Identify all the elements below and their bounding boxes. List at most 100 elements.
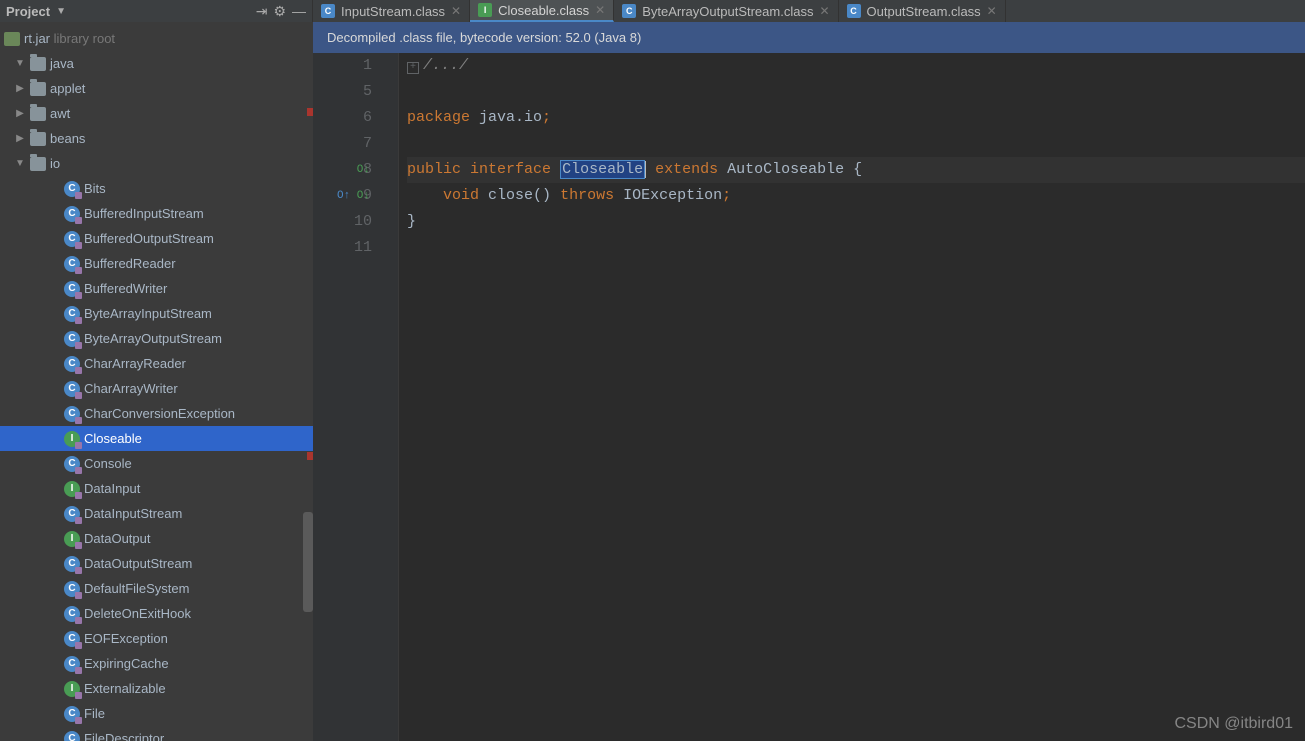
project-label: Project: [6, 4, 50, 19]
tree-class-item[interactable]: CByteArrayInputStream: [0, 301, 313, 326]
editor-tab[interactable]: C InputStream.class ✕: [313, 0, 470, 22]
class-name: Externalizable: [84, 681, 313, 696]
class-name: BufferedInputStream: [84, 206, 313, 221]
folder-awt[interactable]: ▶ awt: [0, 101, 313, 126]
line-number[interactable]: 8O↓: [313, 157, 372, 183]
interface-icon: I: [478, 3, 492, 17]
class-icon: C: [64, 381, 80, 397]
line-number[interactable]: 5: [313, 79, 372, 105]
folder-java[interactable]: ▼ java: [0, 51, 313, 76]
tree-class-item[interactable]: CEOFException: [0, 626, 313, 651]
class-name: BufferedReader: [84, 256, 313, 271]
tree-class-item[interactable]: IDataInput: [0, 476, 313, 501]
folder-io[interactable]: ▼ io: [0, 151, 313, 176]
interface-icon: I: [64, 481, 80, 497]
tree-class-item[interactable]: CBufferedWriter: [0, 276, 313, 301]
class-name: ByteArrayInputStream: [84, 306, 313, 321]
tree-class-item[interactable]: C FileDescriptor: [0, 726, 313, 741]
editor-tab[interactable]: I Closeable.class ✕: [470, 0, 614, 22]
tree-class-item[interactable]: CByteArrayOutputStream: [0, 326, 313, 351]
line-number[interactable]: 1: [313, 53, 372, 79]
class-name: Bits: [84, 181, 313, 196]
editor-pane: Decompiled .class file, bytecode version…: [313, 22, 1305, 741]
decompiled-banner: Decompiled .class file, bytecode version…: [313, 22, 1305, 53]
root-name: rt.jar: [24, 31, 50, 46]
close-icon[interactable]: ✕: [819, 4, 829, 18]
class-name: DataOutputStream: [84, 556, 313, 571]
interface-icon: I: [64, 531, 80, 547]
class-icon: C: [64, 731, 80, 741]
chevron-down-icon[interactable]: ▼: [14, 158, 26, 169]
chevron-right-icon[interactable]: ▶: [14, 83, 26, 94]
editor-tabs: C InputStream.class ✕ I Closeable.class ✕ C Byt…: [313, 0, 1305, 22]
class-icon: C: [64, 281, 80, 297]
class-icon: C: [321, 4, 335, 18]
tree-class-item[interactable]: C BufferedReader: [0, 251, 313, 276]
editor-tab[interactable]: C OutputStream.class ✕: [839, 0, 1006, 22]
class-name: EOFException: [84, 631, 313, 646]
editor-tab[interactable]: CByteArrayOutputStream.class✕: [614, 0, 838, 22]
tab-label: ByteArrayOutputStream.class: [642, 4, 813, 19]
chevron-right-icon[interactable]: ▶: [14, 133, 26, 144]
tree-class-item[interactable]: CConsole: [0, 451, 313, 476]
tree-class-item[interactable]: CCharArrayWriter: [0, 376, 313, 401]
chevron-right-icon[interactable]: ▶: [14, 108, 26, 119]
code-content[interactable]: +/.../ package java.io; public interface…: [399, 53, 1305, 741]
tree-class-item[interactable]: C BufferedOutputStream: [0, 226, 313, 251]
chevron-down-icon[interactable]: ▼: [14, 58, 26, 69]
minimize-icon[interactable]: —: [292, 4, 306, 18]
line-number[interactable]: 10: [313, 209, 372, 235]
chevron-down-icon[interactable]: ▼: [56, 6, 66, 17]
tree-class-item[interactable]: CBits: [0, 176, 313, 201]
folder-beans[interactable]: ▶ beans: [0, 126, 313, 151]
gutter[interactable]: 15678O↓9O↑ O↓1011: [313, 53, 399, 741]
project-tree[interactable]: rt.jar library root ▼ java ▶ applet ▶ aw…: [0, 22, 313, 741]
class-icon: C: [64, 206, 80, 222]
class-icon: C: [64, 256, 80, 272]
class-icon: C: [64, 506, 80, 522]
scrollbar-thumb[interactable]: [303, 512, 313, 612]
line-number[interactable]: 9O↑ O↓: [313, 183, 372, 209]
class-icon: C: [64, 556, 80, 572]
class-name: BufferedOutputStream: [84, 231, 313, 246]
class-name: DataOutput: [84, 531, 313, 546]
line-number[interactable]: 6: [313, 105, 372, 131]
project-tool-header[interactable]: Project ▼ ⇥ ⚙ —: [0, 0, 313, 22]
tree-class-item[interactable]: CCharArrayReader: [0, 351, 313, 376]
class-icon: C: [64, 356, 80, 372]
class-name: Console: [84, 456, 313, 471]
folder-applet[interactable]: ▶ applet: [0, 76, 313, 101]
locate-icon[interactable]: ⇥: [256, 4, 268, 18]
tree-class-item[interactable]: CCharConversionException: [0, 401, 313, 426]
tree-class-item[interactable]: C DataOutputStream: [0, 551, 313, 576]
tree-class-item[interactable]: C BufferedInputStream: [0, 201, 313, 226]
folder-icon: [30, 157, 46, 171]
class-name: DataInputStream: [84, 506, 313, 521]
tree-class-item[interactable]: CDeleteOnExitHook: [0, 601, 313, 626]
line-number[interactable]: 7: [313, 131, 372, 157]
class-icon: C: [64, 231, 80, 247]
class-icon: C: [847, 4, 861, 18]
jar-icon: [4, 32, 20, 46]
class-name: DefaultFileSystem: [84, 581, 313, 596]
tab-label: OutputStream.class: [867, 4, 981, 19]
tree-class-item[interactable]: I DataOutput: [0, 526, 313, 551]
close-icon[interactable]: ✕: [987, 4, 997, 18]
tree-root[interactable]: rt.jar library root: [0, 26, 313, 51]
tree-class-item[interactable]: ICloseable: [0, 426, 313, 451]
tree-class-item[interactable]: CExpiringCache: [0, 651, 313, 676]
tree-class-item[interactable]: CDefaultFileSystem: [0, 576, 313, 601]
tab-label: InputStream.class: [341, 4, 445, 19]
tree-class-item[interactable]: C DataInputStream: [0, 501, 313, 526]
fold-icon[interactable]: +: [407, 62, 419, 74]
class-name: ExpiringCache: [84, 656, 313, 671]
class-icon: C: [64, 406, 80, 422]
line-number[interactable]: 11: [313, 235, 372, 261]
tab-label: Closeable.class: [498, 3, 589, 18]
tree-class-item[interactable]: IExternalizable: [0, 676, 313, 701]
tree-class-item[interactable]: CFile: [0, 701, 313, 726]
gear-icon[interactable]: ⚙: [273, 4, 286, 18]
close-icon[interactable]: ✕: [451, 4, 461, 18]
class-name: FileDescriptor: [84, 731, 313, 741]
close-icon[interactable]: ✕: [595, 3, 605, 17]
